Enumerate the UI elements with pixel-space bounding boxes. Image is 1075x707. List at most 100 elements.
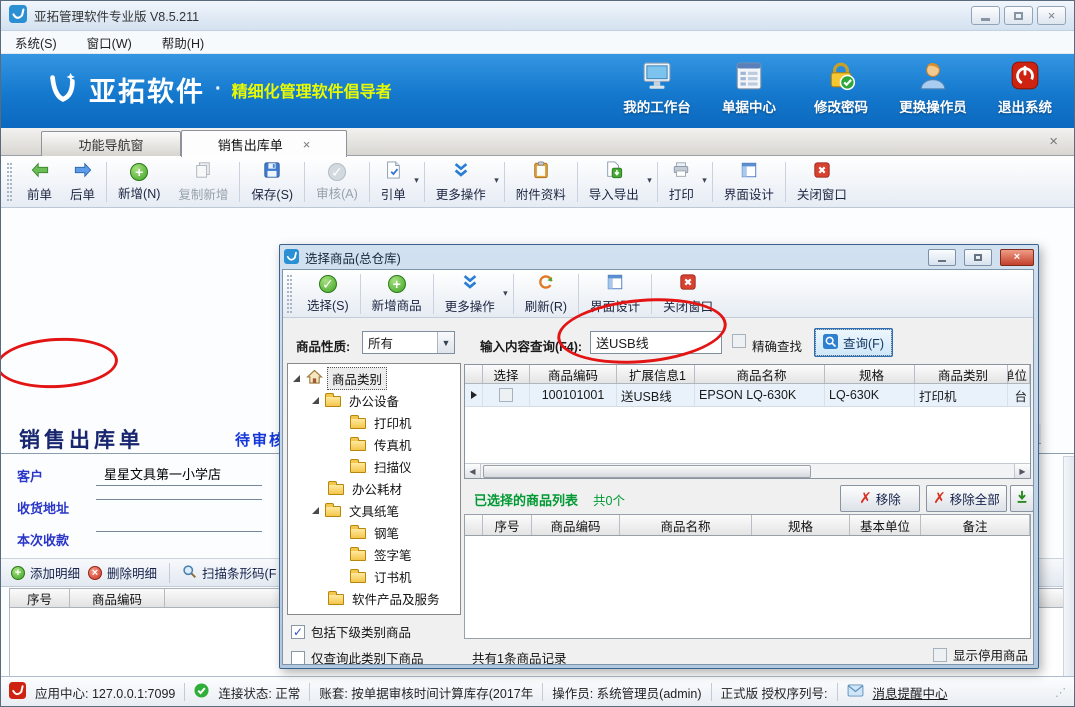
tab-close-icon[interactable]: × [303,137,311,152]
exit-system-button[interactable]: 退出系统 [986,61,1064,116]
delete-detail-button[interactable]: × 删除明细 [88,563,157,582]
unchecked-checkbox[interactable] [933,648,947,662]
column-header[interactable]: 规格 [825,365,915,383]
minimize-button[interactable] [971,6,1000,25]
tree-item[interactable]: 签字笔 [288,543,460,565]
resize-grip[interactable]: ⋰ [1055,686,1066,699]
column-header[interactable]: 选择 [483,365,530,383]
toolbar-drag-handle[interactable] [7,163,12,201]
column-header[interactable]: 商品名称 [695,365,825,383]
layout-design-icon [606,273,624,294]
exact-search-label: 精确查找 [752,336,802,355]
tree-item[interactable]: 传真机 [288,433,460,455]
exact-search-checkbox[interactable] [732,334,746,348]
expand-arrow-icon[interactable] [312,397,319,404]
attachments-button[interactable]: 附件资料 [507,159,575,205]
more-actions-button[interactable]: 更多操作 ▾ [427,159,502,205]
add-detail-button[interactable]: + 添加明细 [11,563,80,582]
tree-item[interactable]: 办公耗材 [288,477,460,499]
scroll-right-icon[interactable]: ▶ [1014,464,1030,478]
remove-all-button[interactable]: ✗ 移除全部 [926,485,1007,512]
address-field[interactable] [96,484,262,500]
scroll-thumb[interactable] [483,465,811,478]
tree-item-root[interactable]: 商品类别 [288,367,460,389]
column-header[interactable]: 序号 [10,589,70,607]
chevron-down-icon[interactable]: ▼ [437,332,454,353]
dialog-close-button[interactable]: × [1000,249,1034,266]
column-header[interactable]: 基本单位 [850,515,921,535]
column-header[interactable]: 商品编码 [532,515,620,535]
products-hscrollbar[interactable]: ◀ ▶ [465,463,1030,478]
maximize-button[interactable] [1004,6,1033,25]
next-bill-button[interactable]: 后单 [61,159,104,205]
copy-new-button[interactable]: 复制新增 [169,159,237,205]
show-disabled-option[interactable]: 显示停用商品 [933,645,1028,664]
payment-field[interactable] [96,516,262,532]
select-button[interactable]: ✓ 选择(S) [298,272,358,316]
customer-field[interactable]: 星星文具第一小学店 [96,464,262,486]
scan-barcode-button[interactable]: 扫描条形码(F [182,563,276,582]
remove-button[interactable]: ✗ 移除 [840,485,920,512]
print-button[interactable]: 打印 ▾ [660,159,710,205]
product-nature-select[interactable]: 所有 ▼ [362,331,455,354]
selected-table-body[interactable] [464,536,1031,639]
column-header[interactable]: 商品名称 [620,515,752,535]
pull-bill-button[interactable]: 引单 ▾ [372,159,422,205]
menu-system[interactable]: 系统(S) [15,33,57,52]
scroll-left-icon[interactable]: ◀ [465,464,481,478]
column-header[interactable]: 商品编码 [70,589,165,607]
tab-function-navigator[interactable]: 功能导航窗 [41,131,181,156]
export-selected-button[interactable] [1010,485,1034,512]
tree-item[interactable]: 文具纸笔 [288,499,460,521]
ui-design-button[interactable]: 界面设计 [715,159,783,205]
close-window-button[interactable]: 关闭窗口 [788,159,856,205]
column-header[interactable]: 序号 [483,515,532,535]
document-center-button[interactable]: 单据中心 [710,61,788,116]
product-row[interactable]: 100101001 送USB线 EPSON LQ-630K LQ-630K 打印… [465,384,1030,407]
save-button[interactable]: 保存(S) [242,159,302,205]
column-header[interactable]: 基本单位 [1008,365,1030,383]
brand-slogan: 精细化管理软件倡导者 [232,78,392,102]
tree-item[interactable]: 打印机 [288,411,460,433]
include-subcategories-option[interactable]: ✓ 包括下级类别商品 [291,622,411,641]
tree-item[interactable]: 订书机 [288,565,460,587]
change-password-button[interactable]: 修改密码 [802,61,880,116]
menu-help[interactable]: 帮助(H) [162,33,204,52]
close-button[interactable]: × [1037,6,1066,25]
message-center-link[interactable]: 消息提醒中心 [873,683,948,702]
column-header[interactable]: 备注 [921,515,1030,535]
dialog-maximize-button[interactable] [964,249,992,266]
more-actions-button[interactable]: 更多操作 ▾ [436,272,511,316]
only-this-category-option[interactable]: 仅查询此类别下商品 [291,648,424,665]
button-label: 引单 [381,184,406,203]
new-product-button[interactable]: + 新增商品 [363,272,431,316]
expand-arrow-icon[interactable] [293,375,300,382]
new-button[interactable]: + 新增(N) [109,159,169,205]
menu-window[interactable]: 窗口(W) [87,33,132,52]
tree-item[interactable]: 软件产品及服务 [288,587,460,609]
import-export-button[interactable]: 导入导出 ▾ [580,159,655,205]
column-header[interactable]: 规格 [752,515,850,535]
column-header[interactable]: 商品类别 [915,365,1008,383]
close-red-icon [813,161,831,182]
checked-checkbox[interactable]: ✓ [291,625,305,639]
column-header[interactable]: 扩展信息1 [617,365,695,383]
tab-sales-outbound[interactable]: 销售出库单 × [181,130,347,157]
refresh-button[interactable]: 刷新(R) [516,272,576,316]
row-select-checkbox[interactable] [499,388,513,402]
tree-item[interactable]: 钢笔 [288,521,460,543]
tree-item[interactable]: 办公设备 [288,389,460,411]
prev-bill-button[interactable]: 前单 [18,159,61,205]
tree-item[interactable]: 扫描仪 [288,455,460,477]
search-button[interactable]: 查询(F) [814,328,893,357]
unchecked-checkbox[interactable] [291,651,305,665]
column-header[interactable]: 商品编码 [530,365,617,383]
toolbar-drag-handle[interactable] [287,275,292,313]
audit-button[interactable]: ✓ 审核(A) [307,159,367,205]
expand-arrow-icon[interactable] [312,507,319,514]
switch-operator-button[interactable]: 更换操作员 [894,61,972,116]
tabstrip-close-icon[interactable]: × [1049,133,1058,150]
dialog-minimize-button[interactable] [928,249,956,266]
my-workspace-button[interactable]: 我的工作台 [618,61,696,116]
form-vscrollbar[interactable] [1063,456,1075,707]
